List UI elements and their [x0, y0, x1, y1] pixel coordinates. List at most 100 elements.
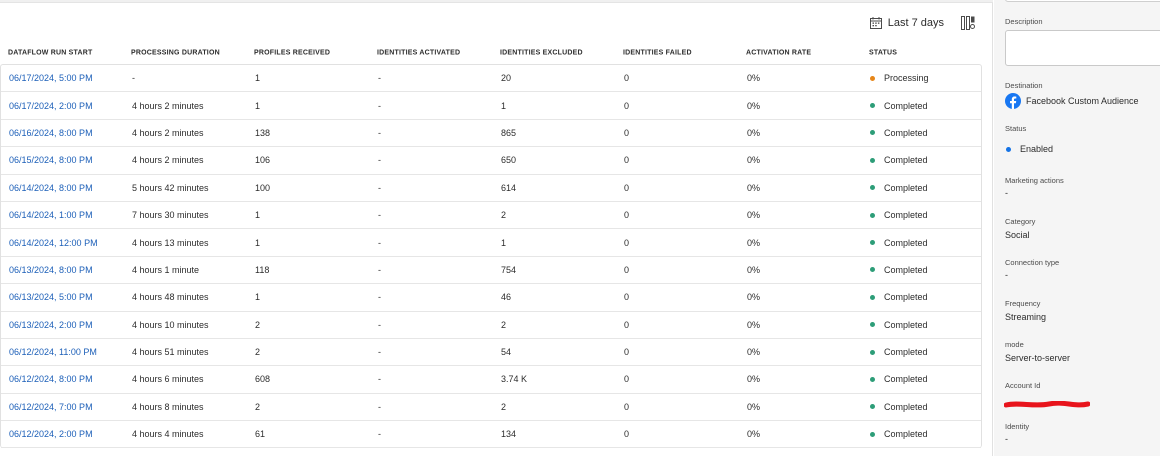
cell-identities-excluded: 754 [501, 264, 517, 275]
account-id-redaction [1004, 401, 1090, 408]
mode-value: Server-to-server [1005, 353, 1071, 363]
col-header-duration[interactable]: PROCESSING DURATION [131, 49, 220, 56]
status-dot [870, 349, 875, 355]
cell-status: Completed [870, 128, 928, 138]
cell-status: Completed [870, 183, 928, 193]
cell-identities-activated: - [378, 100, 381, 111]
cell-run-start[interactable]: 06/13/2024, 2:00 PM [9, 320, 93, 330]
cell-run-start[interactable]: 06/12/2024, 8:00 PM [9, 374, 93, 384]
cell-identities-activated: - [378, 182, 381, 193]
status-label: Completed [884, 347, 928, 358]
status-label: Status [1005, 124, 1027, 133]
cell-activation-rate: 0% [747, 319, 761, 330]
date-range-filter[interactable]: Last 7 days [869, 17, 944, 29]
status-label: Completed [884, 210, 928, 221]
table-row[interactable]: 06/12/2024, 8:00 PM 4 hours 6 minutes 608 -… [1, 366, 981, 394]
cell-identities-failed: 0 [624, 237, 630, 248]
cell-identities-activated: - [378, 237, 381, 248]
table-row[interactable]: 06/13/2024, 5:00 PM 4 hours 48 minutes 1 - 4… [1, 284, 981, 312]
destination-value[interactable]: Facebook Custom Audience [1026, 96, 1139, 106]
frequency-field: Frequency Streaming [1005, 299, 1046, 322]
table-row[interactable]: 06/13/2024, 2:00 PM 4 hours 10 minutes 2 - 2… [1, 312, 981, 339]
identity-field: Identity - [1005, 422, 1029, 444]
table-row[interactable]: 06/14/2024, 8:00 PM 5 hours 42 minutes 100… [1, 175, 981, 202]
cell-run-start[interactable]: 06/14/2024, 8:00 PM [9, 183, 93, 193]
mode-label: mode [1005, 340, 1024, 349]
cell-run-start[interactable]: 06/15/2024, 8:00 PM [9, 155, 93, 165]
status-dot [870, 75, 875, 81]
description-input[interactable] [1005, 30, 1160, 66]
status-dot [870, 157, 875, 163]
calendar-icon [869, 17, 882, 29]
cell-status: Completed [870, 238, 928, 248]
cell-identities-excluded: 650 [501, 155, 517, 166]
cell-run-start[interactable]: 06/12/2024, 11:00 PM [9, 347, 97, 357]
cell-identities-excluded: 614 [501, 182, 517, 193]
table-row[interactable]: 06/14/2024, 1:00 PM 7 hours 30 minutes 1 - 2… [1, 202, 981, 230]
status-dot [870, 130, 875, 136]
cell-status: Completed [870, 320, 928, 330]
date-range-label: Last 7 days [887, 17, 944, 29]
table-row[interactable]: 06/17/2024, 2:00 PM 4 hours 2 minutes 1 - 1 0… [1, 92, 981, 120]
cell-identities-excluded: 3.74 K [501, 374, 528, 385]
cell-identities-activated: - [378, 127, 381, 138]
cell-run-start[interactable]: 06/12/2024, 2:00 PM [9, 429, 93, 439]
col-header-profiles-received[interactable]: PROFILES RECEIVED [254, 49, 330, 56]
description-field: Description [1005, 17, 1043, 26]
cell-run-start[interactable]: 06/17/2024, 5:00 PM [9, 73, 93, 83]
table-row[interactable]: 06/15/2024, 8:00 PM 4 hours 2 minutes 106 -… [1, 147, 981, 175]
table-row[interactable]: 06/16/2024, 8:00 PM 4 hours 2 minutes 138 -… [1, 120, 981, 148]
col-header-run-start[interactable]: DATAFLOW RUN START [8, 49, 92, 56]
cell-run-start[interactable]: 06/14/2024, 1:00 PM [9, 210, 93, 220]
table-row[interactable]: 06/12/2024, 11:00 PM 4 hours 51 minutes 2 -… [1, 339, 981, 367]
cell-identities-failed: 0 [624, 347, 630, 358]
cell-activation-rate: 0% [747, 73, 761, 84]
cell-profiles-received: 2 [255, 319, 261, 330]
identity-label: Identity [1005, 422, 1030, 431]
status-label: Completed [884, 319, 928, 330]
cell-profiles-received: 1 [255, 292, 261, 303]
status-label: Completed [884, 429, 928, 440]
cell-identities-excluded: 1 [501, 237, 507, 248]
frequency-label: Frequency [1005, 299, 1041, 308]
cell-run-start[interactable]: 06/17/2024, 2:00 PM [9, 101, 93, 111]
status-label: Processing [884, 73, 929, 84]
status-dot [870, 294, 875, 300]
cell-duration: 4 hours 10 minutes [132, 319, 209, 330]
cell-duration: 4 hours 51 minutes [132, 347, 209, 358]
table-row[interactable]: 06/17/2024, 5:00 PM - 1 - 20 0 0% Processing [1, 65, 981, 93]
status-label: Completed [884, 182, 928, 193]
table-row[interactable]: 06/14/2024, 12:00 PM 4 hours 13 minutes 1 -… [1, 229, 981, 257]
table-row[interactable]: 06/13/2024, 8:00 PM 4 hours 1 minute 118 - 7… [1, 257, 981, 285]
cell-identities-excluded: 865 [501, 127, 517, 138]
col-header-identities-excluded[interactable]: IDENTITIES EXCLUDED [500, 49, 583, 56]
cell-duration: 4 hours 6 minutes [132, 374, 204, 385]
cell-profiles-received: 2 [255, 401, 261, 412]
cell-identities-activated: - [378, 73, 381, 84]
cell-run-start[interactable]: 06/14/2024, 12:00 PM [9, 238, 98, 248]
col-header-identities-failed[interactable]: IDENTITIES FAILED [623, 49, 692, 56]
cell-duration: 4 hours 4 minutes [132, 429, 204, 440]
cell-status: Completed [870, 347, 928, 357]
col-header-activation-rate[interactable]: ACTIVATION RATE [746, 49, 811, 56]
cell-identities-failed: 0 [624, 319, 630, 330]
col-header-status[interactable]: STATUS [869, 49, 897, 56]
top-field-box [1005, 0, 1160, 2]
cell-identities-failed: 0 [624, 264, 630, 275]
column-settings-icon[interactable] [961, 16, 975, 30]
cell-run-start[interactable]: 06/13/2024, 5:00 PM [9, 292, 93, 302]
cell-identities-failed: 0 [624, 210, 630, 221]
cell-run-start[interactable]: 06/13/2024, 8:00 PM [9, 265, 93, 275]
cell-activation-rate: 0% [747, 347, 761, 358]
col-header-identities-activated[interactable]: IDENTITIES ACTIVATED [377, 49, 460, 56]
cell-activation-rate: 0% [747, 264, 761, 275]
facebook-icon [1005, 93, 1021, 109]
status-dot [870, 185, 875, 191]
table-row[interactable]: 06/12/2024, 7:00 PM 4 hours 8 minutes 2 - 2 0… [1, 394, 981, 422]
cell-status: Completed [870, 374, 928, 384]
cell-run-start[interactable]: 06/16/2024, 8:00 PM [9, 128, 93, 138]
cell-identities-activated: - [378, 292, 381, 303]
cell-profiles-received: 100 [255, 182, 271, 193]
cell-run-start[interactable]: 06/12/2024, 7:00 PM [9, 402, 93, 412]
table-row[interactable]: 06/12/2024, 2:00 PM 4 hours 4 minutes 61 - 1… [1, 421, 981, 449]
